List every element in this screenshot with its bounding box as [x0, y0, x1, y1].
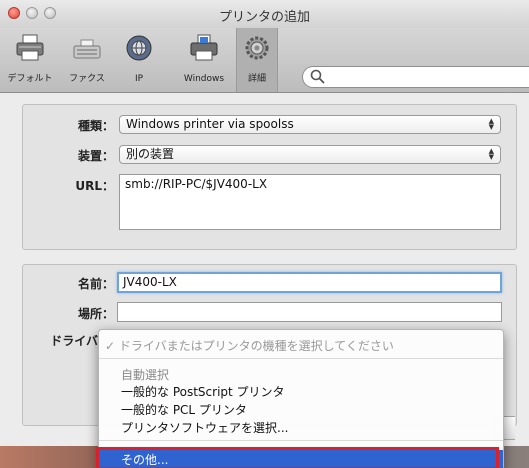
- search-icon: [310, 69, 325, 84]
- location-label: 場所：: [77, 307, 114, 321]
- menu-item-choose-driver[interactable]: ✓ ドライバまたはプリンタの機種を選択してください: [99, 337, 509, 354]
- toolbar-ip-label: IP: [134, 74, 144, 84]
- windows-printer-icon: [190, 34, 218, 61]
- toolbar: デフォルト ファクス IP Windows 詳細: [0, 28, 529, 115]
- device-label: 装置：: [77, 149, 114, 163]
- url-field[interactable]: smb://RIP-PC/$JV400-LX: [119, 174, 501, 230]
- toolbar-advanced-button[interactable]: 詳細: [236, 28, 278, 92]
- printer-icon: [16, 34, 44, 61]
- type-value: Windows printer via spoolss: [126, 117, 294, 131]
- toolbar-fax-label: ファクス: [69, 74, 105, 84]
- device-value: 別の装置: [126, 147, 175, 161]
- menu-separator: [99, 358, 503, 359]
- search-input[interactable]: [302, 66, 529, 88]
- globe-icon: [126, 35, 152, 61]
- gear-icon: [245, 36, 269, 60]
- driver-label: ドライバ: [50, 334, 98, 348]
- type-popup[interactable]: Windows printer via spoolss ▲ ▼: [119, 115, 501, 134]
- toolbar-windows-label: Windows: [183, 74, 225, 84]
- toolbar-ip-button[interactable]: IP: [118, 28, 160, 92]
- toolbar-fax-button[interactable]: ファクス: [62, 28, 112, 92]
- title-bar: プリンタの追加: [0, 0, 529, 28]
- device-popup[interactable]: 別の装置 ▲ ▼: [119, 145, 501, 164]
- menu-item-select-software[interactable]: プリンタソフトウェアを選択...: [99, 419, 525, 436]
- fax-icon: [73, 39, 101, 59]
- type-label: 種類：: [77, 119, 114, 133]
- highlight-annotation-box: [96, 447, 499, 468]
- name-field[interactable]: JV400-LX: [117, 272, 502, 293]
- location-field[interactable]: [117, 302, 502, 322]
- add-printer-window: プリンタの追加 デフォルト ファクス IP Windows 詳細 種類： Win…: [0, 0, 529, 468]
- menu-item-generic-postscript[interactable]: 一般的な PostScript プリンタ: [99, 383, 525, 400]
- toolbar-default-button[interactable]: デフォルト: [2, 28, 58, 92]
- toolbar-default-label: デフォルト: [7, 74, 53, 84]
- toolbar-windows-button[interactable]: Windows: [176, 28, 232, 92]
- updown-arrows-icon: ▲ ▼: [488, 147, 494, 161]
- name-label: 名前：: [77, 277, 114, 291]
- menu-section-auto-select: 自動選択: [121, 368, 170, 382]
- toolbar-advanced-label: 詳細: [247, 74, 266, 84]
- menu-item-generic-pcl[interactable]: 一般的な PCL プリンタ: [99, 401, 525, 418]
- url-label: URL：: [75, 179, 114, 193]
- updown-arrows-icon: ▲ ▼: [488, 117, 494, 131]
- window-title: プリンタの追加: [218, 10, 310, 25]
- menu-separator: [99, 440, 503, 441]
